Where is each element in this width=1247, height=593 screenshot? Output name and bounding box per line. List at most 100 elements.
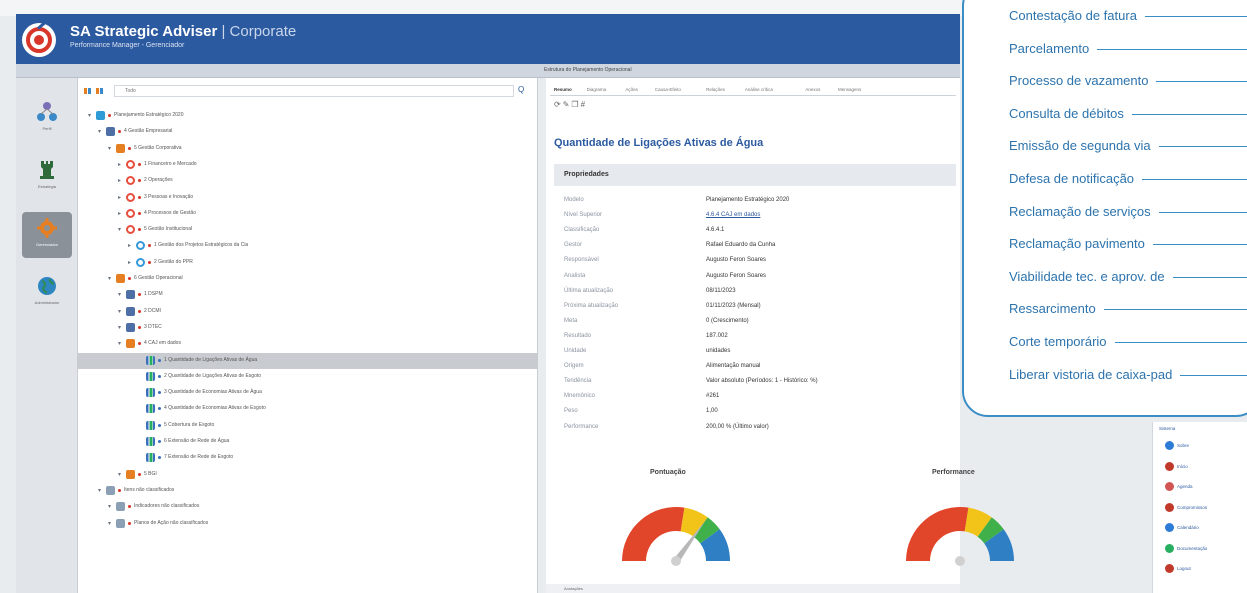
tree-node[interactable]: 1 Quantidade de Ligações Ativas de Água (78, 352, 538, 369)
tab-diagrama[interactable]: Diagrama (587, 84, 607, 96)
tree-filter-select[interactable]: Todo (114, 85, 514, 97)
tree-node[interactable]: ▸ 2 Operações (118, 173, 528, 189)
tree-node[interactable]: ▾ 3 DTEC (118, 320, 528, 336)
group-node-icon (126, 290, 135, 300)
rail-item-estrategia[interactable]: Estratégia (22, 154, 72, 200)
expand-caret-icon[interactable]: ▾ (118, 471, 121, 478)
system-item[interactable]: Início (1165, 459, 1245, 475)
expand-caret-icon[interactable]: ▸ (118, 194, 121, 201)
status-dot (158, 440, 161, 443)
app-title: SA Strategic Adviser | Corporate (70, 23, 297, 40)
expand-caret-icon[interactable]: ▾ (118, 291, 121, 298)
tree-node[interactable]: 5 Cobertura de Esgoto (138, 418, 528, 434)
rail-item-administrador[interactable]: Administrador (22, 270, 72, 316)
property-row: Peso 1,00 (564, 408, 944, 418)
system-item[interactable]: Documentação (1165, 541, 1245, 557)
target-node-icon (136, 257, 145, 267)
tree-node[interactable]: ▾ 1 DSPM (118, 287, 528, 303)
rail-item-gerenciador[interactable]: Gerenciador (22, 212, 72, 258)
callout-connector-line (1180, 374, 1247, 376)
expand-caret-icon[interactable]: ▾ (98, 487, 101, 494)
group-node-icon (106, 127, 115, 137)
callout-item: Liberar vistoria de caixa-pad (1009, 367, 1247, 387)
expand-caret-icon[interactable]: ▾ (118, 324, 121, 331)
tree-node[interactable]: 4 Quantidade de Economias Ativas de Esgo… (138, 401, 528, 417)
property-row: Nível Superior 4.6.4 CAJ em dados (564, 212, 944, 222)
bars-node-icon (146, 453, 155, 463)
tab-anexos[interactable]: Anexos (805, 84, 820, 96)
folder-node-icon (116, 274, 125, 283)
tree-node[interactable]: ▸ 1 Financeiro e Mercado (118, 157, 528, 173)
tree-node[interactable]: ▾ 5 Gestão Corporativa (108, 141, 528, 157)
gauge-title-performance: Performance (932, 469, 975, 476)
tree-node[interactable]: ▾ 4 CAJ em dados (118, 336, 528, 352)
nav-rail: Perfil Estratégia Gerenciador Administra… (16, 78, 78, 593)
tree-node[interactable]: ▾ 6 Gestão Operacional (108, 271, 528, 287)
expand-caret-icon[interactable]: ▾ (108, 145, 111, 152)
tree-node[interactable]: ▸ 2 Gestão do PPR (128, 255, 528, 271)
tree-node[interactable]: 3 Quantidade de Economias Ativas de Água (138, 385, 528, 401)
system-item[interactable]: Compromissos (1165, 500, 1245, 516)
expand-caret-icon[interactable]: ▾ (98, 128, 101, 135)
tree-node[interactable]: ▾ Indicadores não classificados (108, 499, 528, 515)
expand-caret-icon[interactable]: ▸ (128, 242, 131, 249)
property-key: Meta (564, 317, 578, 324)
info-icon (1165, 441, 1174, 450)
property-link[interactable]: 4.6.4 CAJ em dados (706, 212, 760, 218)
status-dot (138, 179, 141, 183)
tree-node[interactable]: ▾ 4 Gestão Empresarial (98, 124, 528, 140)
tree-node[interactable]: 7 Extensão de Rede de Esgoto (138, 450, 528, 466)
system-item[interactable]: Agenda (1165, 479, 1245, 495)
callout-connector-line (1158, 211, 1247, 213)
annotations-bar[interactable]: Anotações (546, 584, 960, 593)
tab-aes[interactable]: Ações (625, 84, 638, 96)
tree-node[interactable]: ▾ 5 Gestão Institucional (118, 222, 528, 238)
search-icon[interactable]: Q (518, 85, 532, 97)
tree-node[interactable]: 2 Quantidade de Ligações Ativas de Esgot… (138, 369, 528, 385)
tree-node[interactable]: ▾ Planejamento Estratégico 2020 (88, 108, 528, 124)
system-item[interactable]: Sobre (1165, 438, 1245, 454)
gauge-band (906, 507, 969, 561)
tab-resumo[interactable]: Resumo (554, 84, 572, 96)
tree-node[interactable]: ▸ 4 Processos de Gestão (118, 206, 528, 222)
expand-caret-icon[interactable]: ▾ (118, 340, 121, 347)
tab-anlisecrtica[interactable]: Análise crítica (745, 84, 773, 96)
tree-node[interactable]: ▾ Planos de Ação não classificados (108, 516, 528, 532)
expand-caret-icon[interactable]: ▾ (118, 226, 121, 233)
expand-caret-icon[interactable]: ▾ (108, 503, 111, 510)
target-node-icon (136, 241, 145, 251)
status-dot (138, 325, 141, 329)
expand-caret-icon[interactable]: ▾ (108, 520, 111, 527)
rail-item-perfil[interactable]: Perfil (22, 96, 72, 142)
expand-caret-icon[interactable]: ▾ (88, 112, 91, 119)
expand-caret-icon[interactable]: ▸ (118, 210, 121, 217)
status-dot (118, 488, 121, 492)
system-item[interactable]: Logout (1165, 561, 1245, 577)
globe-icon (38, 277, 56, 295)
expand-caret-icon[interactable]: ▸ (118, 177, 121, 184)
property-key: Gestor (564, 242, 583, 249)
expand-caret-icon[interactable]: ▸ (128, 259, 131, 266)
tree-node[interactable]: 6 Extensão de Rede de Água (138, 434, 528, 450)
tree-node[interactable]: ▸ 3 Pessoas e Inovação (118, 190, 528, 206)
property-key: Unidade (564, 348, 587, 354)
details-toolbar[interactable]: ⟳✎❐# (554, 100, 587, 109)
tree-expand-icon[interactable] (84, 87, 106, 95)
tree-node-label: 3 Quantidade de Economias Ativas de Água (164, 389, 262, 396)
tree-node[interactable]: ▾ 2 DCMI (118, 304, 528, 320)
expand-caret-icon[interactable]: ▾ (108, 275, 111, 282)
tab-relaes[interactable]: Relações (706, 84, 725, 96)
tree-node[interactable]: ▾ 5 BGI (118, 467, 528, 483)
tree-node[interactable]: ▸ 1 Gestão dos Projetos Estratégicos da C… (128, 238, 528, 254)
bars-node-icon (146, 388, 155, 398)
tree-node-label: 1 Financeiro e Mercado (144, 160, 197, 167)
expand-caret-icon[interactable]: ▾ (118, 308, 121, 315)
status-dot (158, 358, 161, 362)
status-dot (138, 342, 141, 346)
property-value: Augusto Feron Soares (706, 272, 767, 279)
tab-mensagens[interactable]: Mensagens (838, 84, 861, 96)
tree-node[interactable]: ▾ Itens não classificados (98, 483, 528, 499)
tab-causaefeito[interactable]: Causa-Efeito (655, 84, 681, 96)
expand-caret-icon[interactable]: ▸ (118, 161, 121, 168)
system-item[interactable]: Calendário (1165, 520, 1245, 536)
